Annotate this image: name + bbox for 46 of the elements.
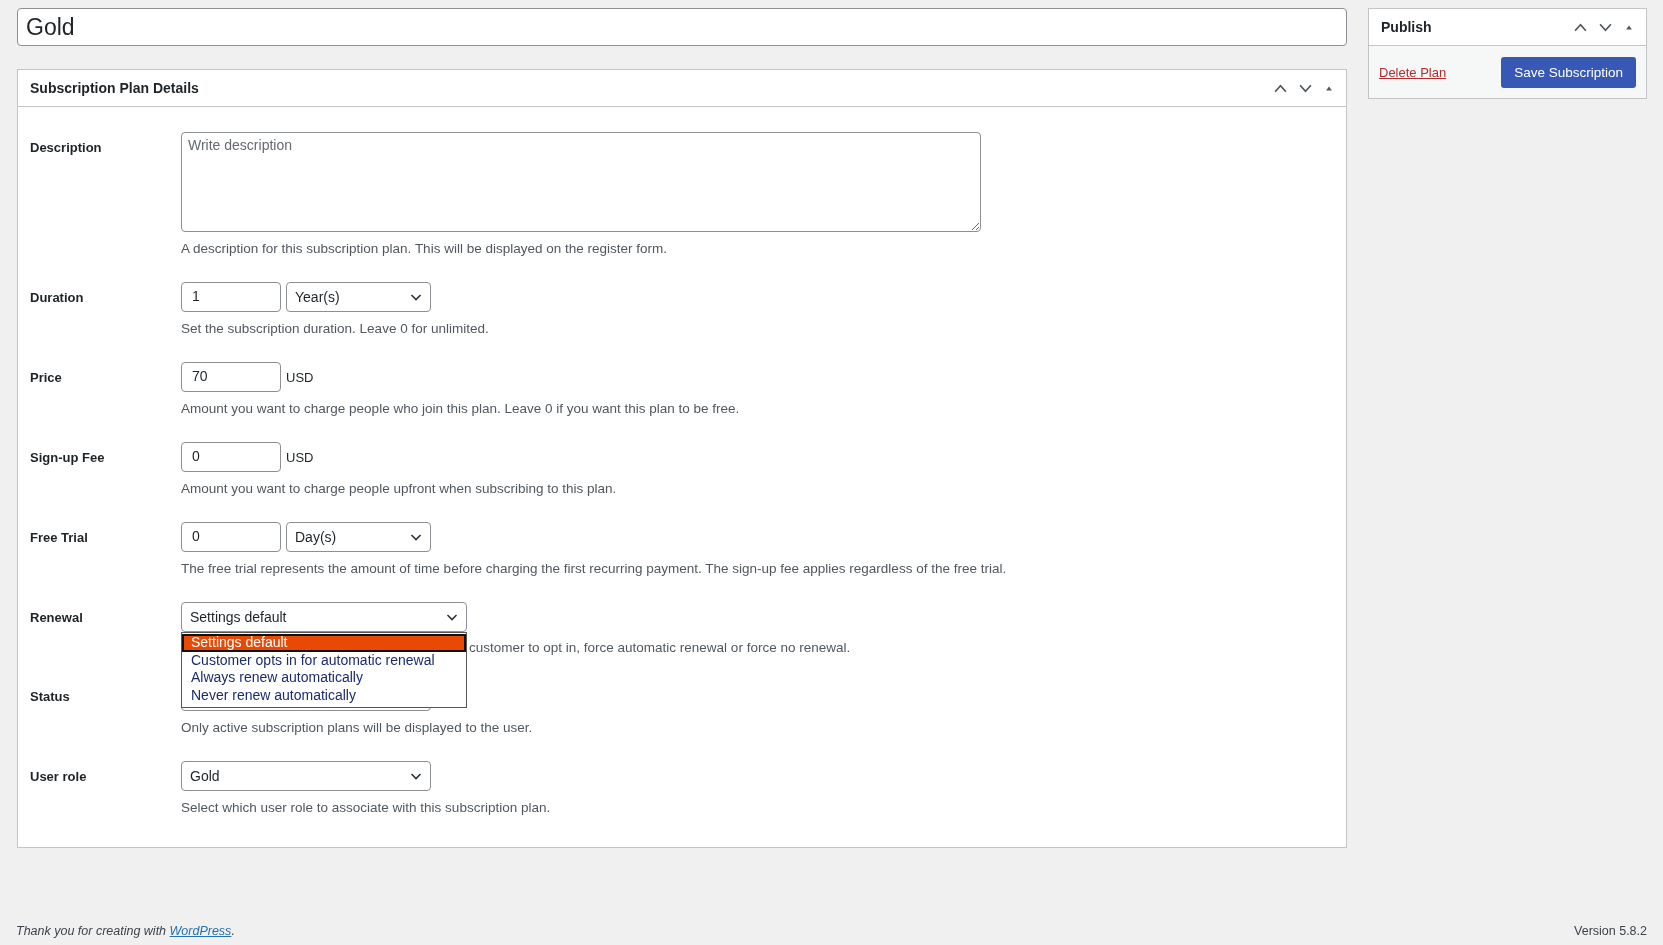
title-field[interactable]: Gold bbox=[17, 8, 1347, 46]
chevron-down-icon bbox=[410, 533, 422, 541]
dropdown-option[interactable]: Customer opts in for automatic renewal bbox=[182, 651, 466, 669]
select-field[interactable]: Year(s) bbox=[286, 282, 431, 312]
number-field[interactable]: 0 bbox=[181, 442, 281, 472]
chevron-down-icon bbox=[410, 293, 422, 301]
dropdown-option[interactable]: Always renew automatically bbox=[182, 669, 466, 687]
save-button[interactable]: Save Subscription bbox=[1501, 57, 1636, 88]
move-down-icon[interactable] bbox=[1599, 22, 1612, 32]
number-field[interactable]: 0 bbox=[181, 522, 281, 552]
move-down-icon[interactable] bbox=[1299, 83, 1312, 93]
help-text: Only active subscription plans will be displayed to the user. bbox=[181, 719, 534, 737]
footer-text: Thank you for creating with WordPress. bbox=[16, 924, 235, 938]
chevron-down-icon bbox=[446, 613, 458, 621]
help-text: Set the subscription duration. Leave 0 for unlimited. bbox=[181, 320, 490, 338]
dropdown-option[interactable]: Never renew automatically bbox=[182, 686, 466, 704]
select-field[interactable]: Day(s) bbox=[286, 522, 431, 552]
field-label: Renewal bbox=[30, 609, 84, 627]
move-up-icon[interactable] bbox=[1574, 22, 1587, 32]
currency-label: USD bbox=[286, 449, 314, 465]
field-label: Free Trial bbox=[30, 529, 89, 547]
help-text: customer to opt in, force automatic renewal or force no renewal. bbox=[469, 639, 852, 657]
field-label: Duration bbox=[30, 289, 85, 307]
move-up-icon[interactable] bbox=[1274, 83, 1287, 93]
panel-title: Publish bbox=[1381, 19, 1432, 35]
panel-title: Subscription Plan Details bbox=[30, 80, 199, 96]
description-field[interactable]: Write description bbox=[181, 132, 981, 232]
currency-label: USD bbox=[286, 369, 314, 385]
help-text: Amount you want to charge people upfront when subscribing to this plan. bbox=[181, 480, 618, 498]
dropdown-option[interactable]: Settings default bbox=[182, 634, 466, 652]
help-text: The free trial represents the amount of time before charging the first recurring payment. The sign-up fee applies regardless of the free trial. bbox=[181, 560, 1008, 578]
field-label: User role bbox=[30, 768, 88, 786]
help-text: A description for this subscription plan. This will be displayed on the register form. bbox=[181, 240, 668, 258]
version-text: Version 5.8.2 bbox=[1574, 924, 1647, 938]
number-field[interactable]: 70 bbox=[181, 362, 281, 392]
select-field[interactable]: Gold bbox=[181, 761, 431, 791]
number-field[interactable]: 1 bbox=[181, 282, 281, 312]
field-label: Status bbox=[30, 688, 71, 706]
chevron-down-icon bbox=[410, 772, 422, 780]
field-label: Price bbox=[30, 369, 63, 387]
help-text: Amount you want to charge people who join this plan. Leave 0 if you want this plan to be free. bbox=[181, 400, 741, 418]
delete-link[interactable]: Delete Plan bbox=[1379, 65, 1447, 80]
field-label: Sign-up Fee bbox=[30, 449, 106, 467]
field-label: Description bbox=[30, 139, 103, 157]
select-field[interactable]: Settings default bbox=[181, 602, 467, 632]
help-text: Select which user role to associate with this subscription plan. bbox=[181, 799, 552, 817]
